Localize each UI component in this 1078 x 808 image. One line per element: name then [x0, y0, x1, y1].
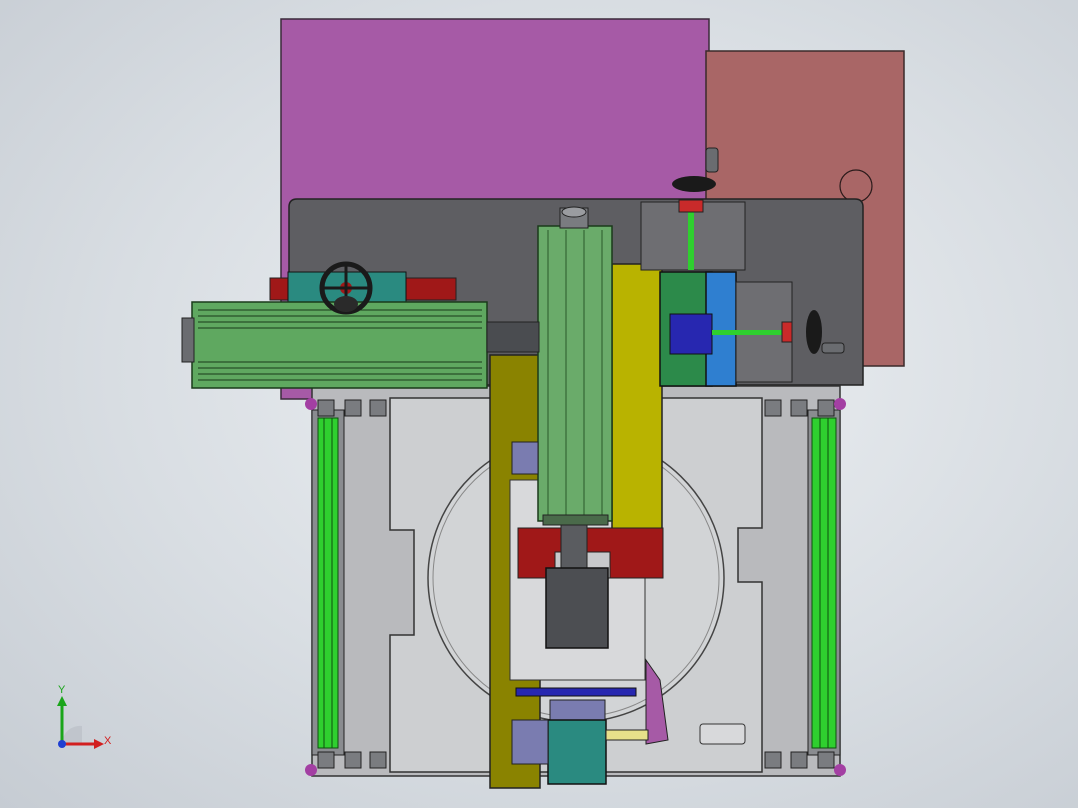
right-rail — [811, 417, 837, 749]
column-spindle — [560, 524, 588, 571]
bottom-clamp-block — [547, 719, 607, 785]
column-bottom-cap — [542, 514, 609, 526]
feed-red-collar — [781, 321, 793, 343]
gold-upright — [611, 263, 663, 531]
handwheel-left-icon[interactable] — [319, 261, 373, 315]
vertical-column — [537, 225, 613, 522]
bottom-clamp-side — [511, 719, 549, 765]
side-plate-hole — [839, 169, 873, 203]
bottom-clamp-rails — [549, 699, 606, 723]
gear-box — [545, 567, 609, 649]
feed-bracket-red — [678, 199, 704, 213]
blue-bar — [515, 687, 637, 697]
left-rail — [317, 417, 339, 749]
coordinate-triad: Y X — [57, 684, 112, 749]
motor-shaft — [486, 321, 540, 353]
bottom-slot — [699, 723, 746, 745]
motor-end-cap — [181, 317, 195, 363]
x-axis-label: X — [104, 735, 112, 747]
feed-screw-vertical — [688, 210, 694, 270]
z-axis-icon — [61, 725, 82, 744]
feed-screw-horizontal — [712, 330, 792, 335]
side-clamp — [511, 441, 539, 475]
feed-block-navy — [669, 313, 713, 355]
cad-viewport[interactable] — [0, 0, 1078, 808]
bottom-pin — [605, 729, 649, 741]
horizontal-motor — [191, 301, 488, 389]
y-axis-label: Y — [58, 684, 66, 696]
